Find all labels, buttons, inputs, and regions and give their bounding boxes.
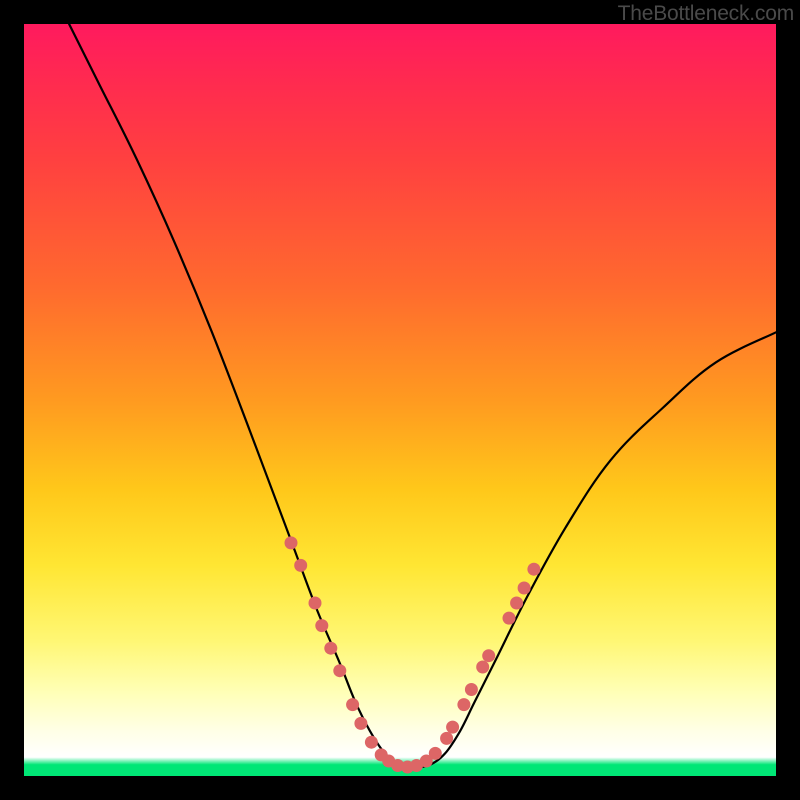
plot-area — [24, 24, 776, 776]
bottleneck-curve — [69, 24, 776, 767]
highlight-dot — [518, 582, 531, 595]
highlight-dot — [309, 597, 322, 610]
outer-frame: TheBottleneck.com — [0, 0, 800, 800]
highlight-dot — [365, 736, 378, 749]
highlight-dot — [354, 717, 367, 730]
highlight-dot — [527, 563, 540, 576]
highlight-dot — [457, 698, 470, 711]
highlight-dot — [476, 661, 489, 674]
highlight-dot — [285, 536, 298, 549]
highlight-dot — [510, 597, 523, 610]
highlight-dot — [503, 612, 516, 625]
highlight-dot — [465, 683, 478, 696]
watermark-text: TheBottleneck.com — [618, 2, 794, 26]
highlight-dots — [285, 536, 541, 773]
highlight-dot — [324, 642, 337, 655]
highlight-dot — [446, 721, 459, 734]
curve-svg — [24, 24, 776, 776]
highlight-dot — [294, 559, 307, 572]
highlight-dot — [440, 732, 453, 745]
highlight-dot — [482, 649, 495, 662]
highlight-dot — [346, 698, 359, 711]
highlight-dot — [315, 619, 328, 632]
highlight-dot — [429, 747, 442, 760]
highlight-dot — [333, 664, 346, 677]
